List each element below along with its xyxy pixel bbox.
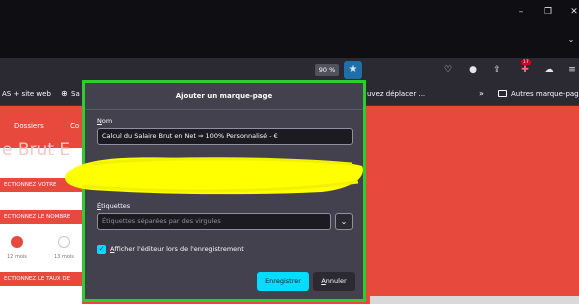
chevron-down-icon: ⌄ [340, 217, 348, 226]
show-editor-checkbox[interactable]: ✓ [97, 245, 106, 254]
cloud-icon[interactable]: ☁ [542, 63, 556, 77]
tags-dropdown-button[interactable]: ⌄ [335, 213, 353, 230]
section-label: ECTIONNEZ LE TAUX DE [4, 276, 71, 282]
close-window-button[interactable]: ✕ [564, 4, 579, 20]
tab-strip: ⌄ [0, 24, 579, 58]
pocket-icon[interactable]: ♡ [441, 63, 455, 77]
page-heading: e Brut E [2, 140, 71, 160]
redaction-scribble [65, 157, 363, 195]
show-editor-label: Afficher l'éditeur lors de l'enregistrem… [110, 245, 244, 254]
bookmark-item[interactable]: Sa [71, 88, 80, 100]
star-icon[interactable]: ★ [344, 61, 362, 79]
radio-label: 13 mois [54, 254, 74, 260]
chevron-down-icon[interactable]: ⌄ [565, 34, 577, 46]
zoom-level-button[interactable]: 90 % [315, 64, 339, 76]
section-label: ECTIONNEZ LE NOMBRE [4, 214, 71, 220]
page-left-panel: Dossiers Co e Brut E ECTIONNEZ VOTRE ECT… [0, 106, 82, 304]
folder-icon [498, 90, 507, 97]
tags-input[interactable]: Étiquettes séparées par des virgules [97, 213, 331, 230]
title-bar: – ❐ ✕ [0, 0, 579, 24]
button-text: nnuler [325, 277, 347, 285]
save-button[interactable]: Enregistrer [257, 272, 309, 291]
dialog-title: Ajouter un marque-page [175, 92, 273, 100]
other-bookmarks-folder[interactable]: Autres marque-pages [511, 88, 579, 100]
label-text: om [101, 117, 113, 125]
hamburger-menu-icon[interactable]: ≡ [565, 63, 579, 77]
bookmark-name-input[interactable]: Calcul du Salaire Brut en Net ⇒ 100% Per… [97, 128, 353, 145]
tags-label: Étiquettes [97, 202, 130, 210]
globe-icon: ⊕ [61, 89, 68, 98]
divider [85, 109, 363, 110]
section-header: ECTIONNEZ LE TAUX DE [0, 272, 82, 286]
cancel-button[interactable]: Annuler [313, 272, 355, 291]
tab-dossiers[interactable]: Dossiers [14, 122, 44, 130]
bookmark-item[interactable]: AS + site web [2, 88, 51, 100]
maximize-button[interactable]: ❐ [538, 4, 558, 20]
radio-12-mois[interactable] [11, 236, 23, 248]
navigation-toolbar: 90 % ★ ♡ ● ⇪ ✚ 17 ☁ ≡ [0, 58, 579, 82]
radio-label: 12 mois [7, 254, 27, 260]
extension-icon[interactable]: ✚ [518, 63, 532, 77]
extension-badge: 17 [521, 60, 531, 65]
radio-13-mois[interactable] [58, 236, 70, 248]
section-label: ECTIONNEZ VOTRE [4, 182, 57, 188]
bookmark-item[interactable]: uvez déplacer ... [367, 88, 425, 100]
name-label: Nom [97, 117, 112, 125]
bookmarks-overflow-icon[interactable]: » [479, 88, 484, 100]
minimize-button[interactable]: – [511, 4, 531, 20]
page-footer-strip [370, 296, 579, 304]
label-text: tiquettes [101, 202, 131, 210]
tab-co[interactable]: Co [70, 122, 79, 130]
account-icon[interactable]: ● [466, 63, 480, 77]
section-header: ECTIONNEZ LE NOMBRE [0, 210, 82, 224]
share-icon[interactable]: ⇪ [490, 63, 504, 77]
label-text: fficher l'éditeur lors de l'enregistreme… [114, 245, 244, 253]
